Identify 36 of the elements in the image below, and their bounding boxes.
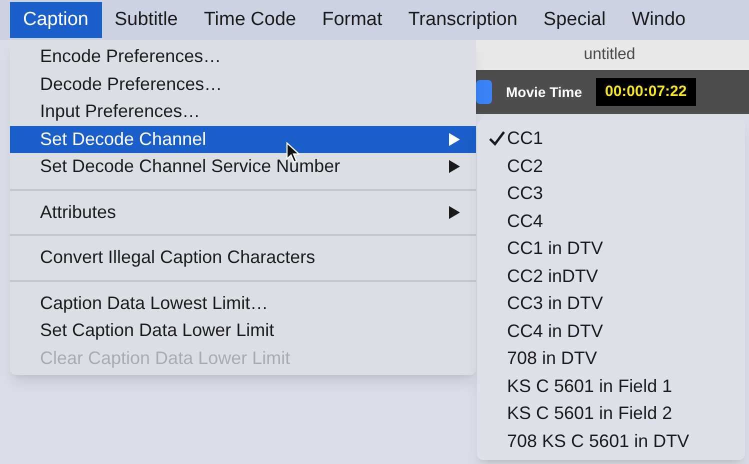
submenu-item[interactable]: KS C 5601 in Field 2 <box>477 400 745 428</box>
submenu-arrow-icon <box>448 206 460 219</box>
menu-bar-item[interactable]: Time Code <box>190 2 310 38</box>
menu-item[interactable]: Encode Preferences… <box>10 43 476 70</box>
submenu-item[interactable]: CC3 <box>477 180 745 208</box>
submenu-item[interactable]: 708 KS C 5601 in DTV <box>477 428 745 455</box>
menu-bar-item[interactable]: Windo <box>618 2 699 38</box>
submenu-item[interactable]: CC2 <box>477 152 745 180</box>
submenu-item[interactable]: CC3 in DTV <box>477 290 745 318</box>
submenu-item[interactable]: CC4 in DTV <box>477 318 745 345</box>
menu-item[interactable]: Set Caption Data Lower Limit <box>10 317 476 344</box>
submenu-item[interactable]: CC1 in DTV <box>477 235 745 262</box>
submenu-item[interactable]: CC1 <box>477 125 745 152</box>
movie-time-label: Movie Time <box>506 82 582 102</box>
window-title: untitled <box>584 45 636 65</box>
menu-bar-item[interactable]: Caption <box>10 2 102 38</box>
menu-bar-item[interactable]: Transcription <box>395 2 530 38</box>
submenu-arrow-icon <box>448 132 460 146</box>
menu-bar-item[interactable]: Format <box>309 2 396 38</box>
submenu-item[interactable]: 708 in DTV <box>477 345 745 372</box>
menu-item[interactable]: Set Decode Channel <box>10 126 476 153</box>
menu-item[interactable]: Input Preferences… <box>10 98 476 126</box>
submenu-item[interactable]: CC2 inDTV <box>477 262 745 290</box>
menu-item[interactable]: Decode Preferences… <box>10 70 476 98</box>
submenu-arrow-icon <box>448 160 460 174</box>
submenu-item[interactable]: CC4 <box>477 208 745 235</box>
menu-bar-item[interactable]: Special <box>530 2 619 38</box>
movie-time-display: 00:00:07:22 <box>596 78 696 106</box>
checkmark-icon <box>489 131 505 146</box>
menu-item[interactable]: Convert Illegal Caption Characters <box>10 244 476 272</box>
menu-bar-item[interactable]: Subtitle <box>102 2 191 38</box>
menu-item[interactable]: Caption Data Lowest Limit… <box>10 290 476 317</box>
submenu-item[interactable]: KS C 5601 in Field 1 <box>477 372 745 400</box>
stepper-icon[interactable] <box>476 80 492 104</box>
menu-item[interactable]: Attributes <box>10 198 476 226</box>
menu-item[interactable]: Set Decode Channel Service Number <box>10 153 476 180</box>
